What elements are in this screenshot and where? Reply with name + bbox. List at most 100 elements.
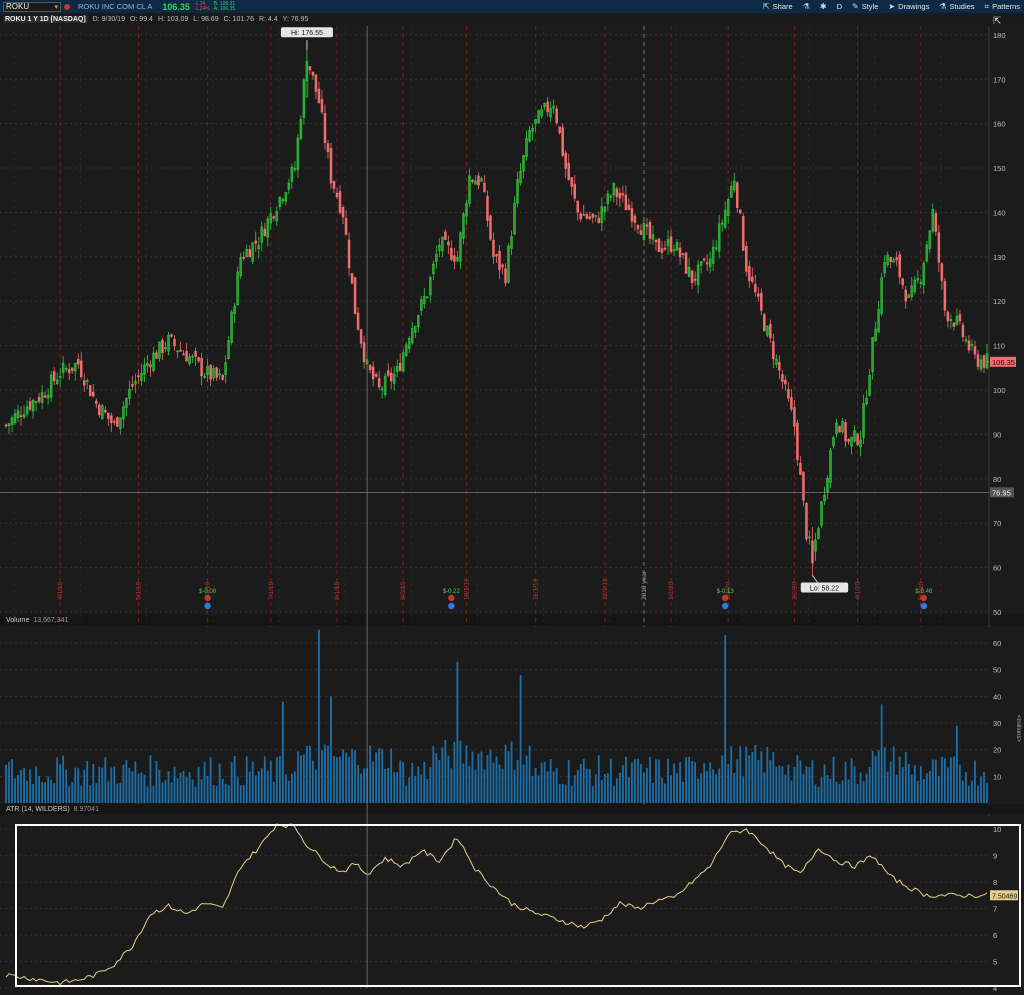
volume-bar: [814, 784, 817, 803]
candle-body: [624, 194, 628, 211]
volume-bar: [892, 746, 895, 803]
candle-body: [332, 181, 336, 189]
candle-body: [338, 191, 342, 213]
volume-bar: [182, 770, 185, 803]
volume-bar: [721, 755, 724, 803]
volume-bar: [498, 764, 501, 803]
volume-panel-label: Volume 13,667,341: [6, 617, 68, 624]
volume-bar: [489, 749, 492, 803]
dividend-marker-icon: [721, 602, 729, 610]
volume-panel[interactable]: 10 20 30 40 50 60 <millions>: [0, 627, 1024, 814]
candle-body: [28, 401, 32, 410]
volume-bar: [820, 776, 823, 803]
candle-body: [597, 217, 601, 223]
volume-bar: [459, 740, 462, 803]
volume-tick-label: 50: [993, 666, 1001, 675]
volume-bar: [327, 745, 329, 803]
volume-bar: [934, 759, 937, 803]
candle-body: [82, 380, 86, 386]
volume-bar: [209, 757, 212, 803]
volume-bar: [321, 750, 323, 803]
volume-bar: [844, 761, 847, 803]
candle-body: [495, 254, 498, 257]
volume-bar: [838, 783, 841, 803]
volume-bar: [519, 675, 522, 803]
volume-bar: [537, 775, 540, 803]
volume-bar: [612, 786, 615, 803]
volume-bar: [676, 773, 678, 803]
candle-body: [356, 312, 360, 330]
candle-body: [137, 375, 140, 378]
candle-body: [838, 425, 841, 433]
volume-bar: [104, 757, 107, 803]
volume-bar: [637, 758, 639, 803]
volume-bar: [456, 661, 459, 803]
candle-body: [591, 213, 595, 218]
candle-body: [501, 264, 504, 268]
volume-bar: [649, 756, 651, 803]
volume-bar: [971, 780, 973, 803]
volume-bar: [387, 767, 390, 803]
volume-bar: [968, 785, 970, 803]
atr-tick-label: 4: [993, 984, 997, 993]
candle-body: [952, 322, 956, 327]
volume-bar: [492, 762, 495, 803]
candle-body: [615, 188, 619, 198]
candle-body: [447, 241, 450, 246]
volume-bar: [742, 776, 745, 803]
volume-bar: [504, 744, 507, 803]
volume-bar: [658, 759, 660, 803]
candle-body: [19, 415, 23, 417]
volume-bar: [898, 756, 901, 803]
volume-bar: [739, 746, 742, 803]
price-tick-label: 60: [993, 564, 1001, 573]
volume-bar: [71, 782, 74, 803]
volume-bar: [266, 770, 269, 803]
candle-body: [958, 314, 962, 322]
volume-bar: [799, 760, 802, 803]
volume-bar: [528, 746, 531, 803]
candle-body: [654, 239, 658, 243]
volume-bar: [904, 752, 907, 803]
volume-bar: [631, 762, 633, 803]
dividend-label: $-0.08: [199, 589, 217, 595]
candle-body: [353, 277, 357, 315]
atr-panel[interactable]: 4 5 6 7 8 9 10 7.50469: [0, 816, 1024, 993]
candle-body: [745, 246, 748, 272]
volume-bar: [769, 760, 772, 803]
candle-body: [350, 272, 354, 284]
volume-bar: [847, 779, 850, 803]
last-price-tag: 106.35: [992, 358, 1015, 367]
volume-bar: [549, 759, 552, 803]
volume-bar: [369, 745, 372, 803]
chart-canvas[interactable]: 50 60 70 80 90 100 110 120 130 140 150 160 170 180 4/1…: [0, 0, 1024, 995]
volume-bar: [576, 770, 579, 803]
volume-bar: [733, 772, 736, 803]
atr-last-tag: 7.50469: [992, 893, 1017, 900]
candle-body: [796, 422, 799, 460]
price-tick-label: 120: [993, 297, 1006, 306]
volume-bar: [23, 767, 25, 803]
volume-bar: [910, 774, 913, 803]
month-marker-label: 9/3/19: [400, 582, 407, 600]
volume-bar: [986, 782, 988, 803]
candle-body: [778, 362, 781, 371]
volume-bar: [38, 776, 41, 803]
candle-body: [221, 374, 224, 380]
candle-body: [847, 439, 850, 442]
volume-bar: [745, 746, 748, 803]
volume-bar: [405, 785, 408, 803]
volume-bar: [101, 767, 104, 803]
candle-body: [904, 289, 908, 302]
volume-bar: [703, 763, 706, 803]
volume-bar: [375, 752, 378, 803]
volume-bar: [793, 766, 796, 803]
volume-bar: [363, 768, 365, 803]
volume-bar: [453, 741, 456, 803]
volume-bar: [399, 760, 402, 803]
lo-label: Lo: 58.22: [810, 586, 839, 593]
volume-bar: [161, 782, 164, 803]
volume-bar: [65, 769, 68, 803]
candle-body: [347, 239, 351, 269]
volume-bar: [212, 784, 215, 803]
